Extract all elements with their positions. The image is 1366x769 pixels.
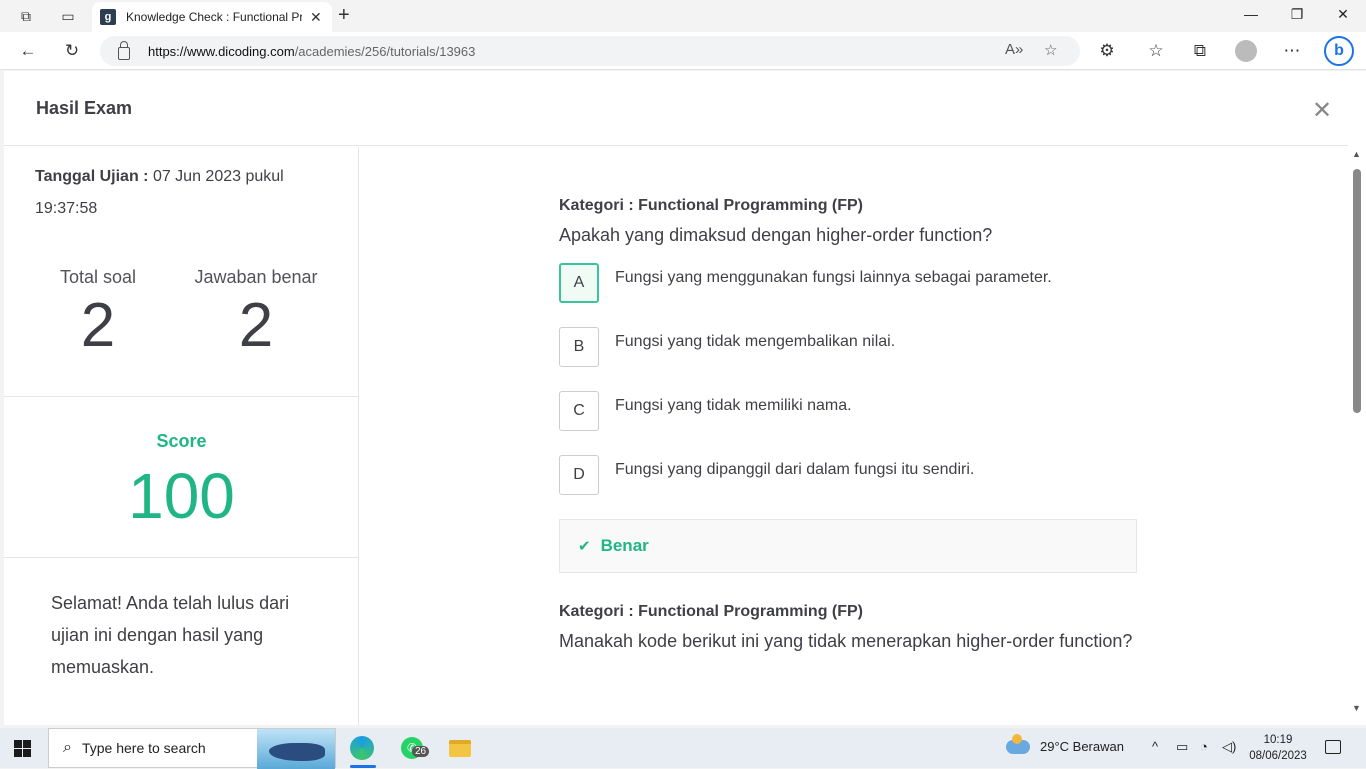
minimize-icon[interactable]: — xyxy=(1228,6,1274,22)
edge-taskbar-icon[interactable] xyxy=(346,732,378,764)
url-domain: https://www.dicoding.com xyxy=(148,43,295,59)
restore-icon[interactable]: ❐ xyxy=(1274,6,1320,23)
browser-toolbar: ← ↻ https://www.dicoding.com/academies/2… xyxy=(0,32,1366,70)
wifi-icon[interactable]: ◔ xyxy=(1200,739,1208,754)
back-arrow-icon[interactable]: ← xyxy=(16,40,40,62)
read-aloud-icon[interactable]: A» xyxy=(1005,41,1023,58)
url-text: https://www.dicoding.com/academies/256/t… xyxy=(148,44,475,59)
search-highlight-image xyxy=(257,729,335,769)
option-letter-box: C xyxy=(559,391,599,431)
page-header: Hasil Exam ✕ xyxy=(4,71,1348,146)
correct-label: Jawaban benar xyxy=(194,267,318,287)
question-text: Manakah kode berikut ini yang tidak mene… xyxy=(559,631,1133,651)
battery-icon[interactable]: ▭ xyxy=(1176,739,1188,755)
answer-option-c[interactable]: C Fungsi yang tidak memiliki nama. xyxy=(559,391,1139,431)
answer-result-box: ✔ Benar xyxy=(559,519,1137,573)
windows-taskbar: ⌕ Type here to search ✆ 26 29°C Berawan … xyxy=(0,728,1366,769)
address-bar[interactable]: https://www.dicoding.com/academies/256/t… xyxy=(100,36,1080,66)
collections-icon[interactable]: ⧉ xyxy=(1188,40,1212,62)
favorites-icon[interactable]: ☆ xyxy=(1144,40,1168,62)
tab-close-icon[interactable]: ✕ xyxy=(310,9,322,26)
dicoding-favicon-icon: g xyxy=(100,9,116,25)
answer-option-a[interactable]: A Fungsi yang menggunakan fungsi lainnya… xyxy=(559,263,1139,303)
weather-cloud-icon xyxy=(1006,733,1030,754)
scroll-down-icon[interactable]: ▼ xyxy=(1352,703,1361,713)
check-icon: ✔ xyxy=(578,538,591,555)
refresh-icon[interactable]: ↻ xyxy=(60,40,84,62)
search-placeholder: Type here to search xyxy=(81,740,206,756)
option-text: Fungsi yang tidak memiliki nama. xyxy=(615,397,852,414)
total-value: 2 xyxy=(80,291,116,360)
profile-avatar[interactable] xyxy=(1235,40,1257,62)
close-icon[interactable]: ✕ xyxy=(1312,96,1332,125)
taskbar-search[interactable]: ⌕ Type here to search xyxy=(48,728,336,769)
browser-tab-active[interactable]: g Knowledge Check : Functional Pr ✕ xyxy=(92,2,332,32)
weather-widget[interactable]: 29°C Berawan xyxy=(1006,733,1124,754)
weather-text: 29°C Berawan xyxy=(1040,739,1124,754)
result-label: Benar xyxy=(600,536,649,555)
option-text: Fungsi yang tidak mengembalikan nilai. xyxy=(615,333,896,350)
correct-value: 2 xyxy=(238,291,274,360)
option-letter-box: D xyxy=(559,455,599,495)
tray-chevron-icon[interactable]: ^ xyxy=(1152,739,1158,754)
divider xyxy=(4,396,359,397)
page-title: Hasil Exam xyxy=(36,98,133,118)
exam-date: Tanggal Ujian : 07 Jun 2023 pukul 19:37:… xyxy=(35,161,325,225)
option-text: Fungsi yang dipanggil dari dalam fungsi … xyxy=(615,461,975,478)
more-menu-icon[interactable]: ⋯ xyxy=(1280,40,1304,62)
score-value: 100 xyxy=(128,460,235,532)
system-clock[interactable]: 10:19 08/06/2023 xyxy=(1244,732,1312,764)
url-path: /academies/256/tutorials/13963 xyxy=(294,43,476,59)
score-label: Score xyxy=(156,431,207,451)
option-text: Fungsi yang menggunakan fungsi lainnya s… xyxy=(615,269,1052,286)
correct-answers-stat: Jawaban benar 2 xyxy=(176,267,336,361)
tab-actions-icon[interactable]: ▭ xyxy=(55,5,81,27)
date-label: Tanggal Ujian : xyxy=(35,168,149,185)
question-text: Apakah yang dimaksud dengan higher-order… xyxy=(559,225,993,245)
divider xyxy=(4,557,359,558)
browser-tab-bar: ⧉ ▭ g Knowledge Check : Functional Pr ✕ … xyxy=(0,0,1366,32)
search-icon: ⌕ xyxy=(63,739,72,756)
workspaces-icon[interactable]: ⧉ xyxy=(13,5,39,27)
question-list: Kategori : Functional Programming (FP) A… xyxy=(559,147,1139,657)
scrollbar-thumb[interactable] xyxy=(1353,169,1361,413)
whatsapp-badge: 26 xyxy=(412,746,430,757)
exam-result-page: Hasil Exam ✕ Tanggal Ujian : 07 Jun 2023… xyxy=(4,71,1366,725)
total-questions-stat: Total soal 2 xyxy=(18,267,178,361)
file-explorer-icon[interactable] xyxy=(444,732,476,764)
answer-option-b[interactable]: B Fungsi yang tidak mengembalikan nilai. xyxy=(559,327,1139,367)
favorite-star-icon[interactable]: ☆ xyxy=(1044,41,1057,59)
clock-time: 10:19 xyxy=(1263,734,1293,746)
congrats-message: Selamat! Anda telah lulus dari ujian ini… xyxy=(51,593,290,677)
answer-option-d[interactable]: D Fungsi yang dipanggil dari dalam fungs… xyxy=(559,455,1139,495)
volume-icon[interactable]: ◁) xyxy=(1222,739,1236,755)
option-letter-box: B xyxy=(559,327,599,367)
option-letter-box: A xyxy=(559,263,599,303)
tab-title: Knowledge Check : Functional Pr xyxy=(126,10,302,24)
result-sidebar: Tanggal Ujian : 07 Jun 2023 pukul 19:37:… xyxy=(4,147,359,725)
whatsapp-taskbar-icon[interactable]: ✆ 26 xyxy=(396,732,430,764)
new-tab-icon[interactable]: + xyxy=(338,4,350,27)
clock-date: 08/06/2023 xyxy=(1249,750,1307,762)
notification-icon[interactable] xyxy=(1325,740,1341,754)
scrollbar[interactable]: ▲ ▼ xyxy=(1348,147,1366,725)
lock-icon[interactable] xyxy=(118,40,130,60)
windows-start-icon[interactable] xyxy=(14,740,31,757)
bing-icon[interactable]: b xyxy=(1324,36,1354,66)
window-close-icon[interactable]: ✕ xyxy=(1320,6,1366,23)
question-category: Kategori : Functional Programming (FP) xyxy=(559,197,864,214)
scroll-up-icon[interactable]: ▲ xyxy=(1352,149,1361,159)
total-label: Total soal xyxy=(59,267,137,287)
extensions-icon[interactable]: ⚙ xyxy=(1095,40,1119,62)
question-category: Kategori : Functional Programming (FP) xyxy=(559,603,864,620)
